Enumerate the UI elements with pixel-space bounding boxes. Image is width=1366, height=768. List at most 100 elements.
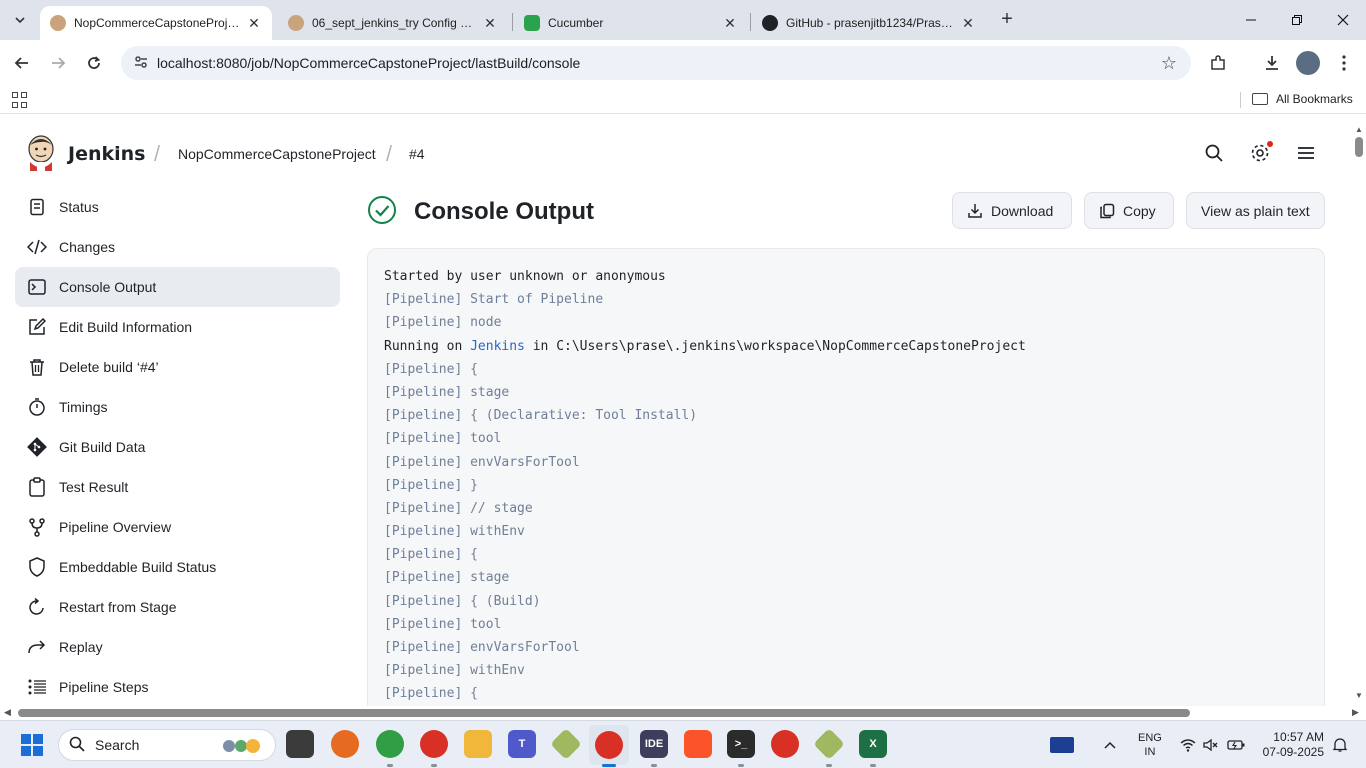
console-line: [Pipeline] withEnv <box>384 524 525 540</box>
show-hidden-icons-chevron-icon[interactable] <box>1103 721 1117 768</box>
excel-icon[interactable]: X <box>859 730 887 758</box>
eclipse-ide-icon[interactable]: IDE <box>640 730 668 758</box>
weather-widget-icon[interactable] <box>1050 737 1074 753</box>
all-bookmarks-button[interactable]: All Bookmarks <box>1252 92 1353 106</box>
browser-tab-0[interactable]: NopCommerceCapstoneProject ✕ <box>40 6 272 40</box>
forward-arrow-icon[interactable] <box>46 51 70 75</box>
wifi-icon[interactable] <box>1180 721 1196 768</box>
reload-icon[interactable] <box>82 51 106 75</box>
task-view-icon[interactable] <box>286 730 314 758</box>
console-node-link[interactable]: Jenkins <box>470 339 525 354</box>
bookmarks-divider <box>1240 92 1241 108</box>
browser-toolbar: localhost:8080/job/NopCommerceCapstonePr… <box>0 40 1366 86</box>
sidebar-item-status[interactable]: Status <box>15 187 340 227</box>
console-text: in C:\Users\prase\.jenkins\workspace\Nop… <box>524 338 1026 354</box>
brave-icon[interactable] <box>684 730 712 758</box>
breadcrumb-build[interactable]: #4 <box>409 146 425 162</box>
sidebar-item-label: Pipeline Steps <box>59 679 149 695</box>
sidebar-item-delete-build[interactable]: Delete build ‘#4’ <box>15 347 340 387</box>
browser-tab-2[interactable]: Cucumber ✕ <box>514 6 748 40</box>
sidebar-item-timings[interactable]: Timings <box>15 387 340 427</box>
sidebar-item-test-result[interactable]: Test Result <box>15 467 340 507</box>
language-indicator[interactable]: ENG IN <box>1138 731 1162 759</box>
view-plain-text-button[interactable]: View as plain text <box>1186 192 1325 229</box>
sidebar-item-pipeline-steps[interactable]: Pipeline Steps <box>15 667 340 706</box>
sidebar-item-changes[interactable]: Changes <box>15 227 340 267</box>
active-chrome-app[interactable] <box>589 725 629 765</box>
horizontal-scroll-thumb[interactable] <box>18 709 1190 717</box>
chrome-alt-icon[interactable] <box>771 730 799 758</box>
close-icon[interactable]: ✕ <box>722 15 738 32</box>
tab-search-chevron-icon[interactable] <box>8 8 32 32</box>
notification-center-icon[interactable] <box>1332 721 1348 768</box>
sidebar-item-console-output[interactable]: Console Output <box>15 267 340 307</box>
jenkins-logo-icon[interactable] <box>26 135 56 171</box>
chrome-icon[interactable] <box>420 730 448 758</box>
close-window-icon[interactable] <box>1320 0 1366 40</box>
download-icon <box>967 203 983 219</box>
chrome-profile-icon[interactable] <box>376 730 404 758</box>
scroll-down-arrow-icon[interactable]: ▼ <box>1355 691 1363 700</box>
site-info-icon[interactable] <box>133 54 151 73</box>
breadcrumb-job[interactable]: NopCommerceCapstoneProject <box>178 146 376 162</box>
horizontal-scrollbar[interactable]: ◀ ▶ <box>0 706 1366 720</box>
back-arrow-icon[interactable] <box>10 51 34 75</box>
close-icon[interactable]: ✕ <box>960 15 976 32</box>
sidebar-item-git-build-data[interactable]: Git Build Data <box>15 427 340 467</box>
close-icon[interactable]: ✕ <box>482 15 498 32</box>
scroll-right-arrow-icon[interactable]: ▶ <box>1352 707 1359 718</box>
url-text[interactable]: localhost:8080/job/NopCommerceCapstonePr… <box>157 55 580 71</box>
teams-icon[interactable]: T <box>508 730 536 758</box>
volume-muted-icon[interactable] <box>1203 721 1219 768</box>
file-explorer-icon[interactable] <box>464 730 492 758</box>
firefox-icon[interactable] <box>331 730 359 758</box>
windows-start-icon[interactable] <box>21 734 43 756</box>
address-bar[interactable]: localhost:8080/job/NopCommerceCapstonePr… <box>121 46 1191 80</box>
browser-tab-1[interactable]: 06_sept_jenkins_try Config - Jenkins ✕ <box>278 6 508 40</box>
sidebar-item-edit-build-info[interactable]: Edit Build Information <box>15 307 340 347</box>
code-icon <box>27 237 47 257</box>
jenkins-brand[interactable]: Jenkins <box>68 143 145 165</box>
git-bash-icon[interactable] <box>813 728 845 760</box>
copy-button[interactable]: Copy <box>1084 192 1174 229</box>
sidebar-item-restart-from-stage[interactable]: Restart from Stage <box>15 587 340 627</box>
system-clock[interactable]: 10:57 AM 07-09-2025 <box>1258 730 1324 760</box>
sidebar-item-label: Timings <box>59 399 108 415</box>
sidebar-item-replay[interactable]: Replay <box>15 627 340 667</box>
extensions-icon[interactable] <box>1206 51 1230 75</box>
sidebar-item-pipeline-overview[interactable]: Pipeline Overview <box>15 507 340 547</box>
search-icon[interactable] <box>1203 142 1225 164</box>
minimize-icon[interactable] <box>1228 0 1274 40</box>
replay-icon <box>27 637 47 657</box>
sidebar-item-embeddable-build-status[interactable]: Embeddable Build Status <box>15 547 340 587</box>
hamburger-menu-icon[interactable] <box>1295 142 1317 164</box>
console-line: [Pipeline] stage <box>384 570 510 586</box>
restore-icon[interactable] <box>1274 0 1320 40</box>
bookmark-star-icon[interactable]: ☆ <box>1161 53 1177 74</box>
sidebar-item-label: Replay <box>59 639 103 655</box>
terminal-icon[interactable]: >_ <box>727 730 755 758</box>
scroll-up-arrow-icon[interactable]: ▲ <box>1355 125 1363 134</box>
sidebar-item-label: Changes <box>59 239 116 255</box>
console-text: Running on <box>384 338 471 354</box>
new-tab-plus-icon[interactable]: + <box>996 8 1018 30</box>
close-icon[interactable]: ✕ <box>246 15 262 32</box>
apps-grid-icon[interactable] <box>12 92 28 108</box>
vertical-scrollbar[interactable]: ▲ ▼ <box>1352 121 1366 706</box>
vertical-scroll-thumb[interactable] <box>1355 137 1363 157</box>
git-gui-icon[interactable] <box>550 728 582 760</box>
browser-tab-3[interactable]: GitHub - prasenjitb1234/Prasenjit ✕ <box>752 6 986 40</box>
profile-avatar[interactable] <box>1296 51 1320 75</box>
console-line: [Pipeline] { (Declarative: Tool Install) <box>384 408 698 424</box>
scroll-left-arrow-icon[interactable]: ◀ <box>4 707 11 718</box>
download-button[interactable]: Download <box>952 192 1072 229</box>
region-code: IN <box>1144 746 1156 758</box>
copy-icon <box>1099 203 1115 219</box>
taskbar-search-box[interactable]: Search <box>58 729 276 761</box>
chrome-menu-icon[interactable] <box>1332 51 1356 75</box>
search-icon <box>69 736 85 755</box>
battery-icon[interactable] <box>1227 721 1245 768</box>
console-output-box: Started by user unknown or anonymous [Pip… <box>367 248 1325 706</box>
console-line: [Pipeline] Start of Pipeline <box>384 292 604 308</box>
download-icon[interactable] <box>1260 51 1284 75</box>
